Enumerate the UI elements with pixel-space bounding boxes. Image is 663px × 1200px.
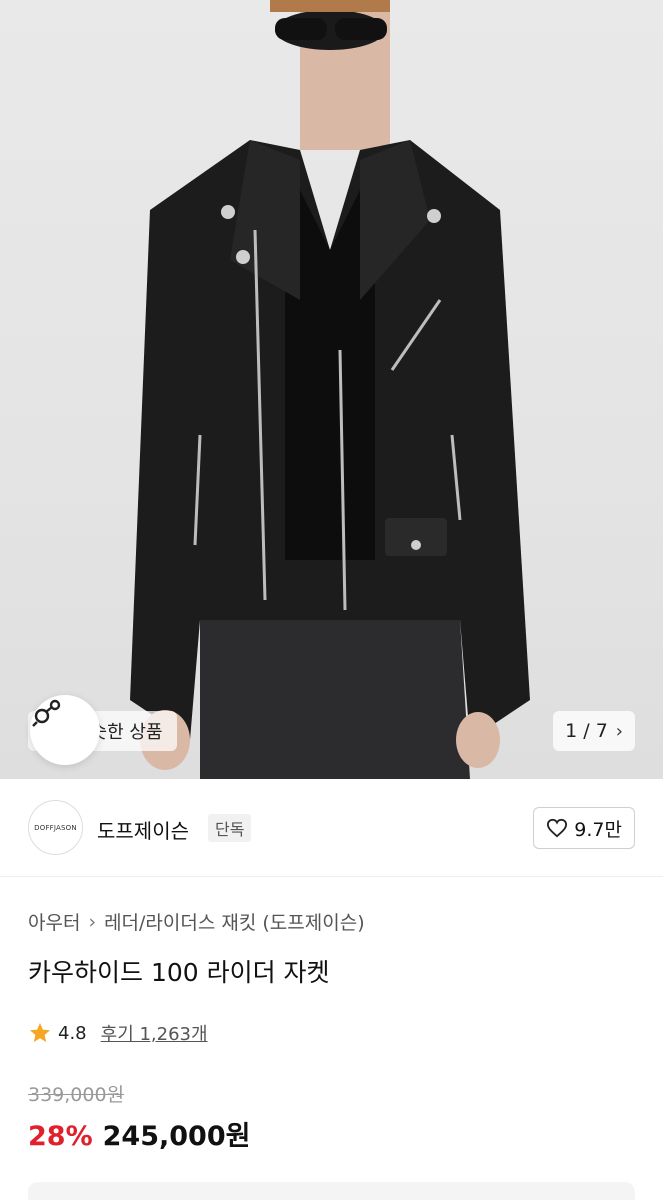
sale-price: 245,000원 <box>102 1121 251 1152</box>
discount-rate: 28% <box>28 1121 93 1152</box>
brand-name[interactable]: 도프제이슨 <box>97 815 189 844</box>
breadcrumb-subcategory[interactable]: 레더/라이더스 재킷 (도프제이슨) <box>104 908 365 935</box>
image-counter[interactable]: 1 / 7 › <box>553 711 635 751</box>
like-count: 9.7만 <box>574 818 622 841</box>
chevron-right-icon: › <box>88 910 97 933</box>
price-row: 28% 245,000원 <box>28 1114 250 1153</box>
reviews-link[interactable]: 후기 1,263개 <box>101 1020 208 1046</box>
exclusive-badge: 단독 <box>208 814 252 842</box>
rating-row: 4.8 후기 1,263개 <box>28 1020 208 1046</box>
coupon-banner[interactable] <box>28 1182 635 1200</box>
product-title: 카우하이드 100 라이더 자켓 <box>28 958 330 987</box>
original-price: 339,000원 <box>28 1084 125 1106</box>
brand-logo[interactable]: DOFFJASON <box>28 800 83 855</box>
product-image-gallery[interactable]: 비슷한 상품 1 / 7 › <box>0 0 663 779</box>
brand-row: DOFFJASON 도프제이슨 단독 9.7만 <box>0 779 663 877</box>
heart-icon <box>547 818 568 838</box>
breadcrumb: 아우터 › 레더/라이더스 재킷 (도프제이슨) <box>28 908 365 935</box>
star-icon <box>30 1023 50 1042</box>
similar-search-bubble[interactable] <box>30 695 100 765</box>
product-photo <box>130 0 530 779</box>
brand-logo-text: DOFFJASON <box>34 823 77 832</box>
breadcrumb-category[interactable]: 아우터 <box>28 908 80 935</box>
image-counter-text: 1 / 7 <box>565 720 608 742</box>
rating-score: 4.8 <box>58 1022 87 1044</box>
chevron-right-icon: › <box>615 720 623 742</box>
similar-search-icon <box>32 699 61 727</box>
like-button[interactable]: 9.7만 <box>533 807 635 849</box>
